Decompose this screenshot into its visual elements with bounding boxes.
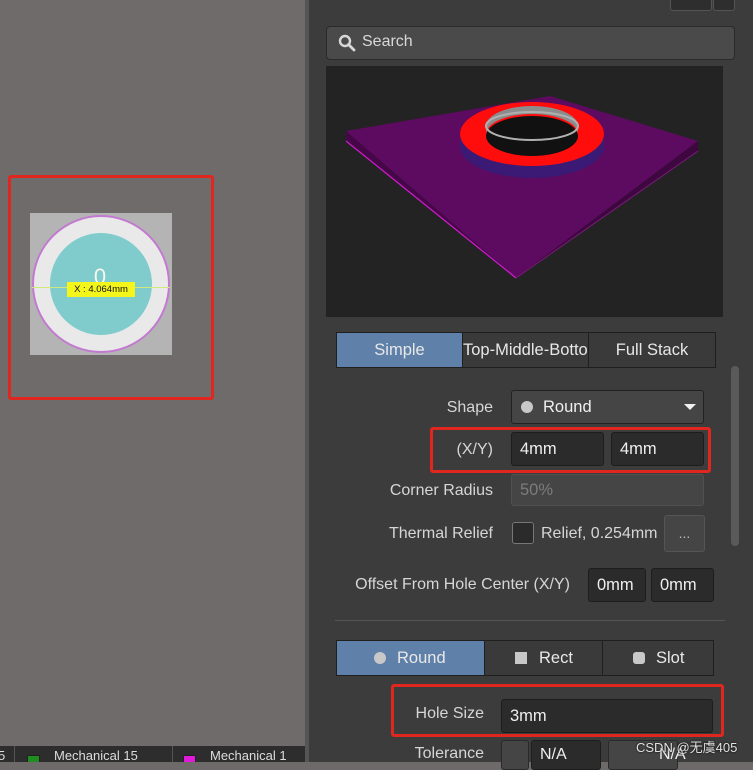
panel-top-button[interactable]: [670, 0, 712, 11]
tab-full-stack[interactable]: Full Stack: [588, 332, 716, 368]
thermal-relief-label: Thermal Relief: [388, 525, 493, 542]
highlight-box-size: [430, 427, 711, 473]
offset-label: Offset From Hole Center (X/Y): [355, 576, 570, 593]
section-divider: [335, 620, 725, 621]
tolerance-label: Tolerance: [414, 745, 484, 762]
highlight-box-hole-size: [391, 684, 724, 737]
layer-tab-divider: [14, 746, 15, 762]
layer-tab-partial[interactable]: 5: [0, 746, 5, 762]
tab-simple[interactable]: Simple: [336, 332, 463, 368]
tab-hole-slot[interactable]: Slot: [602, 640, 714, 676]
chevron-down-icon: [684, 404, 696, 410]
corner-radius-field: 50%: [511, 474, 704, 506]
round-shape-icon: [521, 401, 533, 413]
layer-color-swatch: [183, 755, 196, 762]
tab-hole-round[interactable]: Round: [336, 640, 485, 676]
tab-hole-rect[interactable]: Rect: [484, 640, 603, 676]
thermal-relief-value: Relief, 0.254mm: [541, 525, 658, 542]
thermal-relief-edit-button[interactable]: ...: [664, 515, 705, 552]
panel-scrollbar-thumb[interactable]: [731, 366, 739, 546]
rect-hole-icon: [515, 652, 527, 664]
search-icon: [338, 34, 356, 52]
panel-top-menu-button[interactable]: [713, 0, 735, 11]
layer-tab-bar: 5 Mechanical 15 Mechanical 1: [0, 746, 307, 762]
highlight-box-pad: [8, 175, 214, 400]
watermark: CSDN @无虞405: [636, 740, 738, 755]
shape-label: Shape: [446, 399, 493, 416]
thermal-relief-checkbox[interactable]: [512, 522, 534, 544]
tab-hole-slot-label: Slot: [656, 649, 685, 667]
tab-top-middle-bottom[interactable]: Top-Middle-Bottom: [462, 332, 589, 368]
offset-y-field[interactable]: 0mm: [651, 568, 714, 602]
search-input[interactable]: [362, 27, 722, 57]
corner-radius-label: Corner Radius: [389, 482, 493, 499]
tab-hole-rect-label: Rect: [539, 649, 573, 667]
slot-hole-icon: [633, 652, 645, 664]
layer-color-swatch: [27, 755, 40, 762]
tolerance-toggle[interactable]: [501, 740, 529, 770]
layer-tab-mechanical-15[interactable]: Mechanical 15: [54, 746, 138, 762]
tolerance-min-field[interactable]: N/A: [531, 740, 601, 770]
pad-3d-model: [345, 96, 699, 279]
offset-x-field[interactable]: 0mm: [588, 568, 646, 602]
round-hole-icon: [374, 652, 386, 664]
shape-dropdown[interactable]: Round: [511, 390, 704, 424]
tab-hole-round-label: Round: [397, 649, 446, 667]
layer-tab-divider: [172, 746, 173, 762]
layer-tab-mechanical-1[interactable]: Mechanical 1: [210, 746, 287, 762]
pad-3d-preview[interactable]: [326, 66, 723, 317]
